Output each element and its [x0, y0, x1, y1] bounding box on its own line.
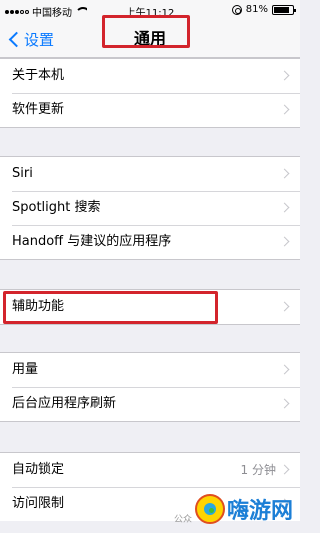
- row-handoff[interactable]: Handoff 与建议的应用程序: [0, 225, 300, 259]
- chevron-right-icon: [279, 364, 290, 375]
- chevron-right-icon: [279, 202, 290, 213]
- row-label: 关于本机: [12, 68, 65, 83]
- chevron-right-icon: [279, 104, 290, 115]
- settings-group-siri: Siri Spotlight 搜索 Handoff 与建议的应用程序: [0, 156, 300, 260]
- accessibility-highlight-box: [3, 291, 218, 324]
- row-label: Siri: [12, 166, 33, 181]
- row-label: 后台应用程序刷新: [12, 396, 117, 411]
- chevron-right-icon: [279, 398, 290, 409]
- settings-group-usage: 用量 后台应用程序刷新: [0, 352, 300, 422]
- row-usage[interactable]: 用量: [0, 353, 300, 387]
- row-label: Handoff 与建议的应用程序: [12, 234, 172, 249]
- chevron-right-icon: [279, 168, 290, 179]
- brand-name: 嗨游网: [227, 499, 294, 524]
- watermark-text: 公众: [174, 515, 193, 525]
- brand-logo-icon: [195, 494, 225, 524]
- battery-fill: [274, 6, 289, 13]
- settings-group-about: 关于本机 软件更新: [0, 58, 300, 128]
- chevron-right-icon: [279, 464, 290, 475]
- row-label: 自动锁定: [12, 462, 65, 477]
- brand-watermark: 嗨游网: [195, 493, 293, 525]
- title-highlight-box: [102, 15, 190, 48]
- row-value: 1 分钟: [240, 463, 276, 477]
- row-background-refresh[interactable]: 后台应用程序刷新: [0, 387, 300, 421]
- chevron-right-icon: [279, 70, 290, 81]
- battery-icon: [272, 4, 296, 15]
- status-right: 81%: [231, 4, 296, 15]
- row-label: 访问限制: [12, 496, 65, 511]
- row-about[interactable]: 关于本机: [0, 59, 300, 93]
- chevron-right-icon: [279, 236, 290, 247]
- row-label: Spotlight 搜索: [12, 200, 101, 215]
- row-software-update[interactable]: 软件更新: [0, 93, 300, 127]
- battery-percent: 81%: [245, 4, 268, 15]
- row-label: 软件更新: [12, 102, 65, 117]
- row-spotlight[interactable]: Spotlight 搜索: [0, 191, 300, 225]
- row-siri[interactable]: Siri: [0, 157, 300, 191]
- orientation-lock-icon: [231, 4, 242, 15]
- row-label: 用量: [12, 362, 39, 377]
- chevron-right-icon: [279, 301, 290, 312]
- row-auto-lock[interactable]: 自动锁定 1 分钟: [0, 453, 300, 487]
